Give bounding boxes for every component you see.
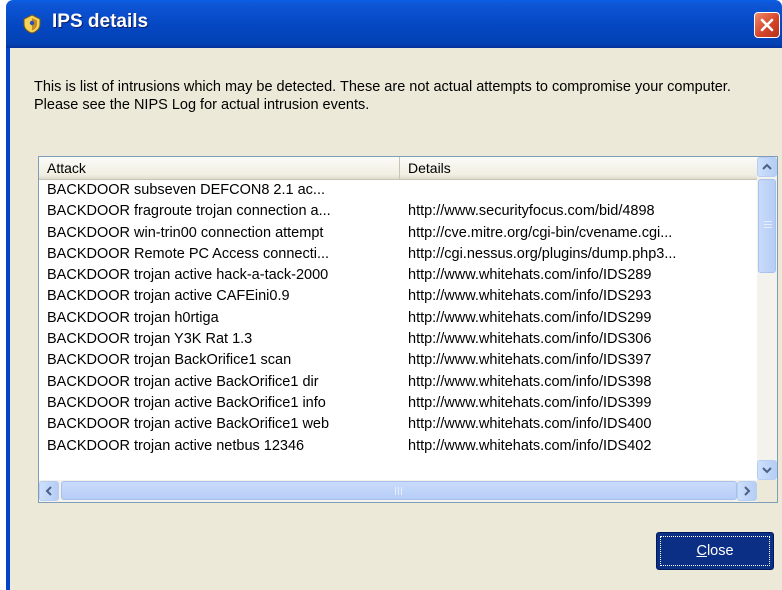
- attack-cell: BACKDOOR trojan BackOrifice1 scan: [47, 352, 292, 369]
- details-cell: http://www.whitehats.com/info/IDS402: [408, 437, 652, 454]
- attack-cell: BACKDOOR trojan active BackOrifice1 dir: [47, 373, 319, 390]
- table-row[interactable]: BACKDOOR trojan active netbus 12346 http:…: [39, 436, 757, 457]
- grip-line: [764, 224, 772, 225]
- details-cell: http://cgi.nessus.org/plugins/dump.php3.…: [408, 245, 677, 262]
- column-header-attack[interactable]: Attack: [39, 157, 400, 179]
- details-cell: http://www.whitehats.com/info/IDS400: [408, 416, 652, 433]
- attack-cell: BACKDOOR trojan h0rtiga: [47, 309, 219, 326]
- vertical-scroll-thumb[interactable]: [758, 179, 776, 273]
- close-button[interactable]: Close: [656, 532, 774, 570]
- table-row[interactable]: BACKDOOR Remote PC Access connecti... htt…: [39, 244, 757, 265]
- attack-cell: BACKDOOR trojan active CAFEini0.9: [47, 288, 290, 305]
- details-cell: http://www.whitehats.com/info/IDS398: [408, 373, 652, 390]
- table-row[interactable]: BACKDOOR win-trin00 connection attempt ht…: [39, 223, 757, 244]
- details-cell: http://www.whitehats.com/info/IDS397: [408, 352, 652, 369]
- attack-cell: BACKDOOR trojan active BackOrifice1 web: [47, 416, 330, 433]
- horizontal-scroll-thumb[interactable]: [61, 481, 737, 500]
- title-bar[interactable]: IPS details: [6, 0, 782, 48]
- grip-line: [401, 487, 402, 495]
- grip-line: [395, 487, 396, 495]
- close-button-label: Close: [660, 536, 770, 566]
- table-row[interactable]: BACKDOOR trojan active CAFEini0.9 http://…: [39, 286, 757, 307]
- scrollbar-corner: [757, 480, 777, 502]
- window-title: IPS details: [52, 11, 149, 32]
- attack-cell: BACKDOOR subseven DEFCON8 2.1 ac...: [47, 182, 326, 198]
- list-rows: BACKDOOR subseven DEFCON8 2.1 ac... BACK…: [39, 180, 757, 480]
- scroll-left-button[interactable]: [39, 481, 59, 501]
- ips-details-window: IPS details This is list of intrusions w…: [6, 0, 782, 590]
- grip-line: [764, 227, 772, 228]
- details-cell: http://cve.mitre.org/cgi-bin/cvename.cgi…: [408, 224, 673, 241]
- details-cell: http://www.whitehats.com/info/IDS399: [408, 394, 652, 411]
- table-row[interactable]: BACKDOOR trojan h0rtiga http://www.whiteh…: [39, 308, 757, 329]
- column-header-details[interactable]: Details: [400, 157, 757, 179]
- attack-cell: BACKDOOR win-trin00 connection attempt: [47, 224, 324, 241]
- window-close-button[interactable]: [754, 12, 780, 38]
- vertical-scrollbar[interactable]: [757, 157, 777, 480]
- attack-cell: BACKDOOR fragroute trojan connection a..…: [47, 203, 331, 220]
- scroll-up-button[interactable]: [757, 157, 777, 177]
- table-row[interactable]: BACKDOOR trojan active hack-a-tack-2000 h…: [39, 265, 757, 286]
- grip-line: [398, 487, 399, 495]
- scroll-down-button[interactable]: [757, 460, 777, 480]
- details-cell: http://www.whitehats.com/info/IDS293: [408, 288, 652, 305]
- attack-cell: BACKDOOR trojan active hack-a-tack-2000: [47, 267, 329, 284]
- ips-shield-icon: [23, 14, 41, 34]
- attack-cell: BACKDOOR Remote PC Access connecti...: [47, 245, 330, 262]
- chevron-right-icon: [744, 486, 751, 496]
- attack-cell: BACKDOOR trojan active netbus 12346: [47, 437, 305, 454]
- grip-line: [764, 221, 772, 222]
- table-row[interactable]: BACKDOOR trojan active BackOrifice1 dir h…: [39, 372, 757, 393]
- intro-text: This is list of intrusions which may be …: [34, 79, 731, 113]
- table-row[interactable]: BACKDOOR trojan BackOrifice1 scan http://…: [39, 350, 757, 371]
- attack-cell: BACKDOOR trojan active BackOrifice1 info: [47, 394, 326, 411]
- table-row[interactable]: BACKDOOR trojan active BackOrifice1 info…: [39, 393, 757, 414]
- table-row[interactable]: BACKDOOR trojan active BackOrifice1 web h…: [39, 414, 757, 435]
- chevron-left-icon: [45, 486, 52, 496]
- list-header: Attack Details: [39, 157, 757, 180]
- details-cell: http://www.securityfocus.com/bid/4898: [408, 203, 655, 220]
- intrusions-list[interactable]: Attack Details BACKDOOR subseven DEFCON8…: [38, 156, 778, 503]
- attack-cell: BACKDOOR trojan Y3K Rat 1.3: [47, 331, 253, 348]
- dialog-client-area: This is list of intrusions which may be …: [6, 48, 782, 590]
- chevron-down-icon: [762, 467, 772, 474]
- close-icon: [760, 18, 774, 32]
- scroll-right-button[interactable]: [737, 481, 757, 501]
- details-cell: http://www.whitehats.com/info/IDS289: [408, 267, 652, 284]
- details-cell: http://www.whitehats.com/info/IDS306: [408, 331, 652, 348]
- table-row[interactable]: BACKDOOR trojan Y3K Rat 1.3 http://www.wh…: [39, 329, 757, 350]
- chevron-up-icon: [762, 163, 772, 170]
- details-cell: http://www.whitehats.com/info/IDS299: [408, 309, 652, 326]
- horizontal-scrollbar[interactable]: [39, 480, 757, 502]
- close-label-rest: lose: [706, 543, 734, 559]
- close-accelerator: C: [696, 543, 707, 559]
- table-row[interactable]: BACKDOOR subseven DEFCON8 2.1 ac...: [39, 180, 757, 201]
- table-row[interactable]: BACKDOOR fragroute trojan connection a..…: [39, 201, 757, 222]
